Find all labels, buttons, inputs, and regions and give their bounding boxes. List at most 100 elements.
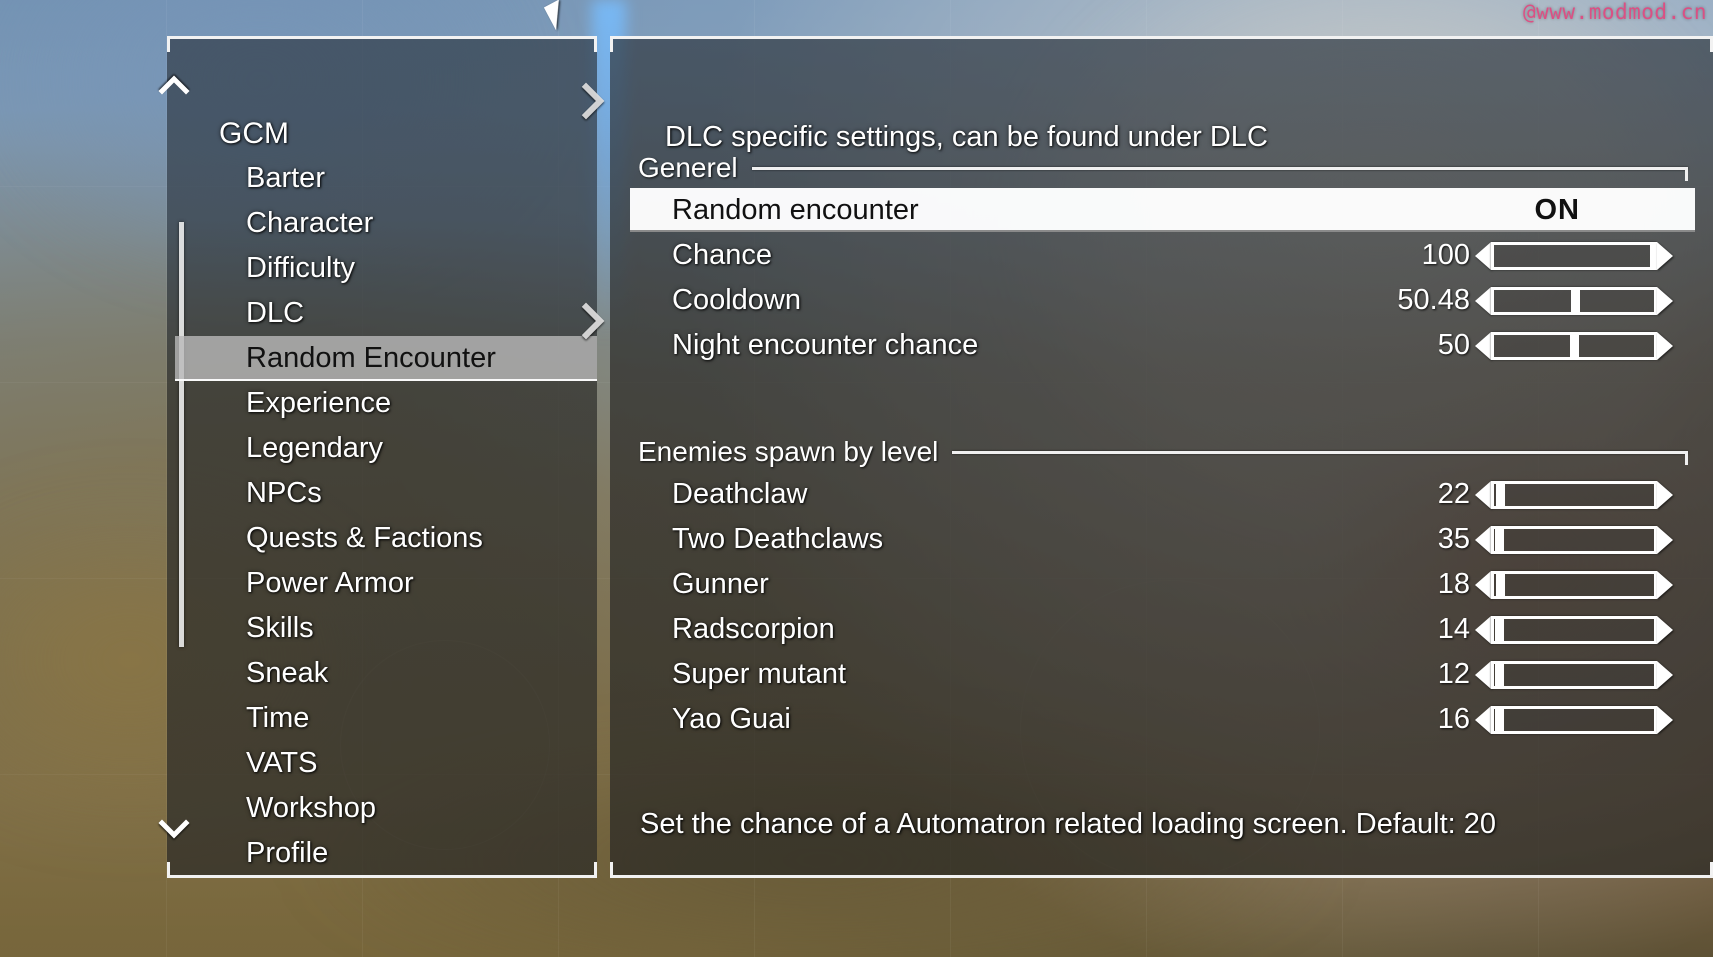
slider-increase-arrow-icon[interactable] bbox=[1657, 525, 1673, 554]
slider-track[interactable] bbox=[1491, 705, 1657, 734]
setting-slider[interactable] bbox=[1475, 525, 1675, 554]
slider-knob[interactable] bbox=[1494, 528, 1504, 551]
setting-row[interactable]: Two Deathclaws 35 bbox=[630, 517, 1695, 562]
sidebar-root-gcm[interactable]: GCM bbox=[191, 111, 597, 156]
setting-label: Random encounter bbox=[672, 194, 919, 226]
sidebar-item-dlc[interactable]: DLC bbox=[191, 291, 597, 336]
settings-group-header: Generel bbox=[638, 148, 1689, 188]
slider-track[interactable] bbox=[1491, 525, 1657, 554]
slider-knob[interactable] bbox=[1494, 663, 1504, 686]
setting-value: 35 bbox=[1437, 523, 1470, 555]
sidebar-item-label: NPCs bbox=[246, 477, 322, 509]
sidebar-item-random-encounter[interactable]: Random Encounter bbox=[175, 336, 597, 381]
sidebar-item-skills[interactable]: Skills bbox=[191, 606, 597, 651]
sidebar: GCM Barter Character Difficulty DLC Random En… bbox=[167, 36, 597, 878]
slider-increase-arrow-icon[interactable] bbox=[1657, 660, 1673, 689]
setting-slider[interactable] bbox=[1475, 241, 1675, 270]
settings-group-header: Enemies spawn by level bbox=[638, 432, 1688, 472]
setting-slider[interactable] bbox=[1475, 480, 1675, 509]
sidebar-root-label: GCM bbox=[219, 117, 289, 150]
category-panel: GCM Barter Character Difficulty DLC Random En… bbox=[167, 36, 597, 878]
site-watermark: @www.modmod.cn bbox=[1522, 0, 1707, 24]
slider-decrease-arrow-icon[interactable] bbox=[1475, 480, 1491, 509]
sidebar-item-profile[interactable]: Profile bbox=[191, 831, 597, 876]
setting-value: 16 bbox=[1437, 703, 1470, 735]
sidebar-item-vats[interactable]: VATS bbox=[191, 741, 597, 786]
setting-row[interactable]: Super mutant 12 bbox=[630, 652, 1695, 697]
setting-slider[interactable] bbox=[1475, 570, 1675, 599]
slider-track[interactable] bbox=[1491, 660, 1657, 689]
game-screen: @www.modmod.cn GCM Barter Character Difficu… bbox=[0, 0, 1713, 957]
sidebar-item-character[interactable]: Character bbox=[191, 201, 597, 246]
slider-knob[interactable] bbox=[1496, 483, 1506, 506]
chevron-up-icon[interactable] bbox=[158, 75, 193, 110]
setting-description: Set the chance of a Automatron related l… bbox=[640, 808, 1497, 840]
sidebar-item-label: Random Encounter bbox=[246, 342, 496, 374]
setting-slider[interactable] bbox=[1475, 331, 1675, 360]
slider-knob[interactable] bbox=[1650, 244, 1654, 267]
sidebar-item-difficulty[interactable]: Difficulty bbox=[191, 246, 597, 291]
setting-value: ON bbox=[1534, 194, 1580, 226]
setting-row[interactable]: Random encounter ON bbox=[630, 188, 1695, 232]
setting-row[interactable]: Yao Guai 16 bbox=[630, 697, 1695, 742]
setting-row[interactable]: Night encounter chance 50 bbox=[630, 323, 1695, 368]
slider-knob[interactable] bbox=[1570, 334, 1579, 357]
settings-group-title: Enemies spawn by level bbox=[638, 436, 939, 467]
sidebar-item-label: Time bbox=[246, 702, 310, 734]
slider-decrease-arrow-icon[interactable] bbox=[1475, 241, 1491, 270]
setting-slider[interactable] bbox=[1475, 705, 1675, 734]
slider-decrease-arrow-icon[interactable] bbox=[1475, 705, 1491, 734]
slider-increase-arrow-icon[interactable] bbox=[1657, 331, 1673, 360]
setting-row[interactable]: Chance 100 bbox=[630, 233, 1695, 278]
sidebar-item-power-armor[interactable]: Power Armor bbox=[191, 561, 597, 606]
slider-knob[interactable] bbox=[1496, 573, 1506, 596]
setting-row[interactable]: Cooldown 50.48 bbox=[630, 278, 1695, 323]
slider-track[interactable] bbox=[1491, 480, 1657, 509]
slider-decrease-arrow-icon[interactable] bbox=[1475, 525, 1491, 554]
setting-value: 12 bbox=[1437, 658, 1470, 690]
slider-increase-arrow-icon[interactable] bbox=[1657, 570, 1673, 599]
slider-increase-arrow-icon[interactable] bbox=[1657, 241, 1673, 270]
sidebar-scroll-indicator[interactable] bbox=[179, 222, 184, 647]
slider-increase-arrow-icon[interactable] bbox=[1657, 286, 1673, 315]
setting-row[interactable]: Gunner 18 bbox=[630, 562, 1695, 607]
slider-increase-arrow-icon[interactable] bbox=[1657, 705, 1673, 734]
setting-value: 50.48 bbox=[1397, 284, 1470, 316]
sidebar-item-legendary[interactable]: Legendary bbox=[191, 426, 597, 471]
setting-slider[interactable] bbox=[1475, 286, 1675, 315]
sidebar-item-label: Barter bbox=[246, 162, 325, 194]
slider-track[interactable] bbox=[1491, 570, 1657, 599]
sidebar-item-sneak[interactable]: Sneak bbox=[191, 651, 597, 696]
slider-knob[interactable] bbox=[1494, 708, 1504, 731]
setting-row[interactable]: Deathclaw 22 bbox=[630, 472, 1695, 517]
slider-decrease-arrow-icon[interactable] bbox=[1475, 570, 1491, 599]
sidebar-item-npcs[interactable]: NPCs bbox=[191, 471, 597, 516]
slider-decrease-arrow-icon[interactable] bbox=[1475, 286, 1491, 315]
slider-increase-arrow-icon[interactable] bbox=[1657, 615, 1673, 644]
slider-knob[interactable] bbox=[1570, 289, 1580, 312]
slider-decrease-arrow-icon[interactable] bbox=[1475, 615, 1491, 644]
slider-track[interactable] bbox=[1491, 331, 1657, 360]
sidebar-item-barter[interactable]: Barter bbox=[191, 156, 597, 201]
setting-row[interactable]: Radscorpion 14 bbox=[630, 607, 1695, 652]
sidebar-item-label: Workshop bbox=[246, 792, 377, 824]
slider-decrease-arrow-icon[interactable] bbox=[1475, 331, 1491, 360]
setting-value: 18 bbox=[1437, 568, 1470, 600]
setting-slider[interactable] bbox=[1475, 615, 1675, 644]
slider-decrease-arrow-icon[interactable] bbox=[1475, 660, 1491, 689]
sidebar-item-time[interactable]: Time bbox=[191, 696, 597, 741]
slider-track[interactable] bbox=[1491, 615, 1657, 644]
sidebar-item-label: Skills bbox=[246, 612, 314, 644]
sidebar-item-experience[interactable]: Experience bbox=[191, 381, 597, 426]
sidebar-item-label: Character bbox=[246, 207, 374, 239]
slider-knob[interactable] bbox=[1494, 618, 1504, 641]
slider-track[interactable] bbox=[1491, 286, 1657, 315]
sidebar-item-label: Quests & Factions bbox=[246, 522, 483, 554]
sidebar-item-workshop[interactable]: Workshop bbox=[191, 786, 597, 831]
slider-increase-arrow-icon[interactable] bbox=[1657, 480, 1673, 509]
chevron-down-icon[interactable] bbox=[158, 807, 193, 842]
slider-track[interactable] bbox=[1491, 241, 1657, 270]
sidebar-item-quests-factions[interactable]: Quests & Factions bbox=[191, 516, 597, 561]
settings-content: DLC specific settings, can be found unde… bbox=[610, 36, 1713, 878]
setting-slider[interactable] bbox=[1475, 660, 1675, 689]
